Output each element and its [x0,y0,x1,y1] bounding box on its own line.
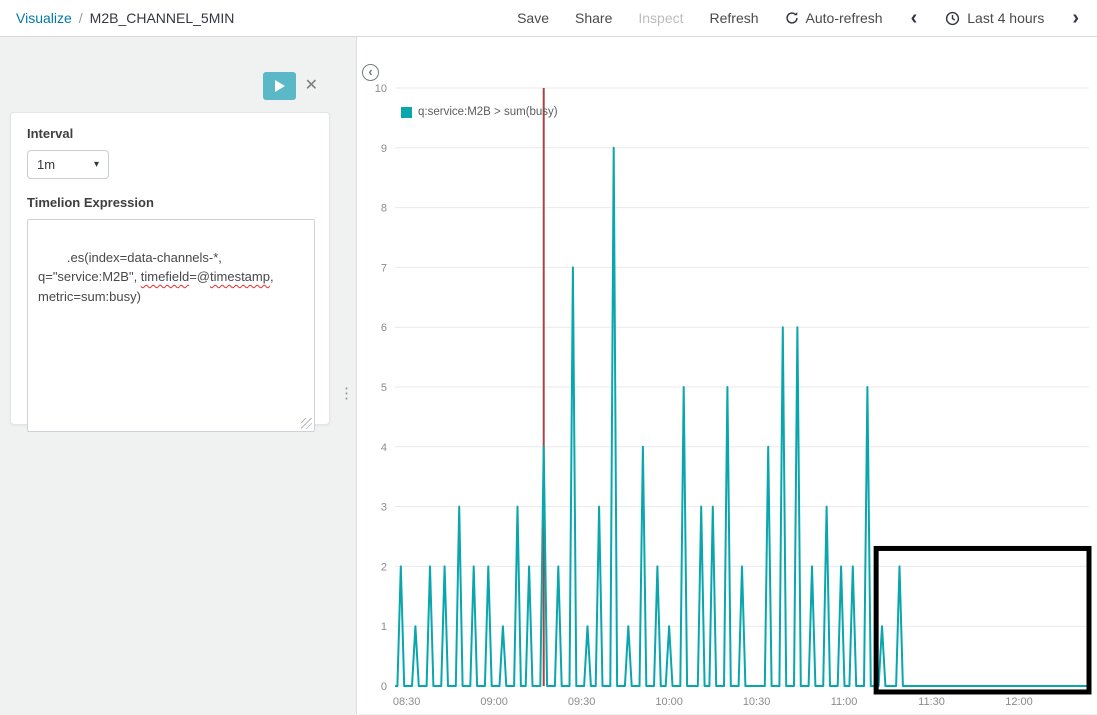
refresh-button[interactable]: Refresh [710,10,759,26]
caret-down-icon: ▾ [93,159,99,170]
legend-swatch [401,106,412,118]
interval-value: 1m [37,157,56,172]
y-tick-label: 7 [381,262,387,274]
breadcrumb-separator: / [78,10,83,26]
y-tick-label: 9 [381,143,387,155]
time-range-label: Last 4 hours [967,10,1045,26]
y-tick-label: 2 [381,561,387,573]
time-next-button[interactable]: › [1070,8,1081,28]
chevron-right-icon: › [1072,7,1079,29]
textarea-resize-handle[interactable] [301,418,312,429]
close-icon: ✕ [304,77,318,94]
chart-panel: 0 1 2 3 4 5 6 7 8 9 10 08:30 09:00 09:30 10:00 10:30 11:… [356,37,1097,714]
y-tick-label: 1 [381,621,387,633]
annotation-box [873,545,1092,695]
x-tick-label: 09:30 [568,696,596,708]
auto-refresh-icon [785,11,799,25]
y-tick-label: 3 [381,502,387,514]
chart-back-icon[interactable]: ‹ [362,64,379,81]
breadcrumb-visualize-link[interactable]: Visualize [16,10,72,26]
chevron-left-glyph: ‹ [368,64,373,79]
expression-text-misspelled: timefield [140,269,190,284]
y-tick-label: 8 [381,203,387,215]
x-tick-label: 11:30 [918,696,945,708]
visualization-title: M2B_CHANNEL_5MIN [89,10,235,26]
time-picker-button[interactable]: Last 4 hours [945,10,1044,26]
expression-label: Timelion Expression [27,195,154,210]
save-button[interactable]: Save [517,10,549,26]
run-expression-button[interactable] [262,72,296,100]
y-tick-label: 5 [381,382,387,394]
timelion-chart[interactable]: 0 1 2 3 4 5 6 7 8 9 10 08:30 09:00 09:30 10:00 10:30 11:… [357,37,1097,715]
play-icon [275,80,286,92]
chevron-left-icon: ‹ [910,7,918,29]
y-tick-label: 10 [375,83,387,95]
clock-icon [945,11,960,26]
expression-text-misspelled: timestamp [210,269,270,284]
x-tick-label: 10:00 [655,696,683,708]
time-prev-button[interactable]: ‹ [909,8,920,28]
panel-resizer-handle[interactable]: ⋮ [339,384,354,410]
timelion-expression-input[interactable]: .es(index=data-channels-*, q="service:M2… [27,219,315,432]
editor-toolbar: ✕ [0,72,356,100]
y-tick-label: 6 [381,322,387,334]
top-navigation-bar: Visualize / M2B_CHANNEL_5MIN Save Share … [0,0,1097,37]
drag-dots-icon: ⋮ [339,385,354,402]
y-tick-label: 0 [381,681,387,693]
close-editor-button[interactable]: ✕ [305,78,318,94]
series-line [395,146,1089,687]
inspect-button: Inspect [638,10,684,26]
timelion-editor-sidebar: ✕ Interval 1m ▾ Timelion Expression .es(… [0,37,356,714]
legend-label: q:service:M2B > sum(busy) [418,106,558,118]
expression-card: Interval 1m ▾ Timelion Expression .es(in… [10,112,330,432]
x-tick-label: 11:00 [831,696,858,708]
x-tick-label: 10:30 [743,696,771,708]
expression-text: =@ [189,269,211,284]
auto-refresh-button[interactable]: Auto-refresh [785,10,883,26]
interval-label: Interval [27,126,74,141]
y-tick-label: 4 [381,442,387,454]
x-tick-label: 08:30 [393,696,421,708]
x-tick-label: 09:00 [480,696,508,708]
chart-legend-item[interactable]: q:service:M2B > sum(busy) [401,106,558,118]
top-menu: Save Share Inspect Refresh Auto-refresh … [517,8,1081,28]
x-tick-label: 12:00 [1005,696,1033,708]
auto-refresh-label: Auto-refresh [805,10,883,26]
share-button[interactable]: Share [575,10,612,26]
interval-select[interactable]: 1m ▾ [27,150,109,179]
breadcrumb: Visualize / M2B_CHANNEL_5MIN [16,10,234,26]
kibana-visualize-page: Visualize / M2B_CHANNEL_5MIN Save Share … [0,0,1097,714]
